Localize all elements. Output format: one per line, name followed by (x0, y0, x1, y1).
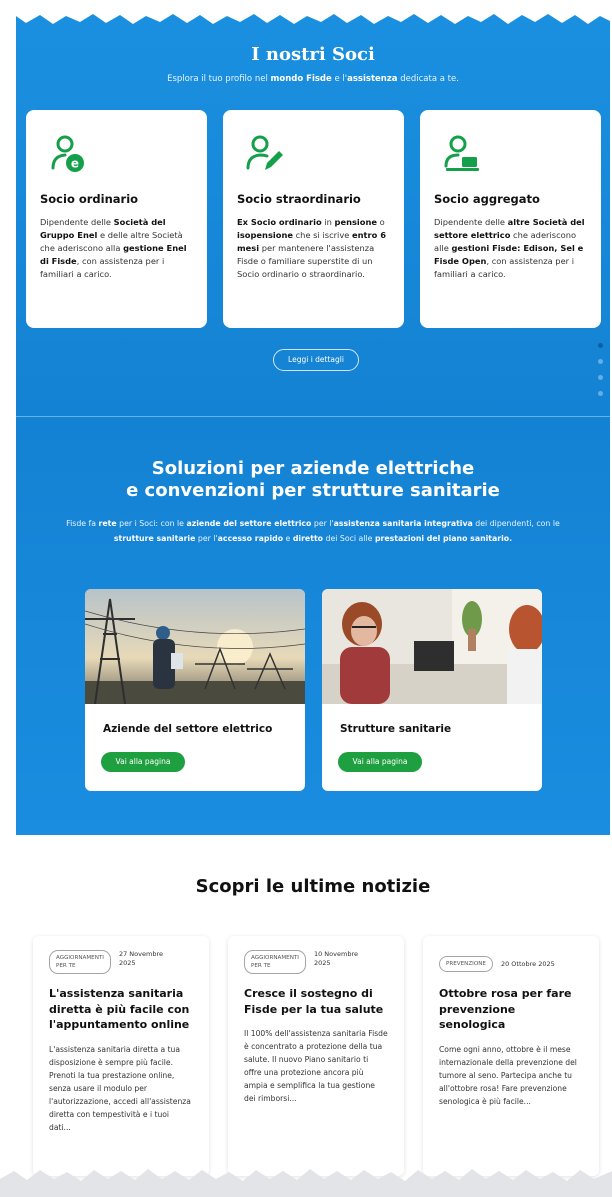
news-tag[interactable]: AGGIORNAMENTI PER TE (244, 950, 306, 974)
solutions-title: Soluzioni per aziende elettriche e conve… (126, 458, 500, 501)
power-lines-image (85, 589, 305, 705)
torn-edge-bottom (0, 1169, 612, 1197)
news-date: 10 Novembre 2025 (313, 950, 358, 967)
page: I nostri Soci Esplora il tuo profilo nel… (16, 0, 610, 1197)
socio-card-desc: Dipendente delle altre Società del setto… (434, 217, 585, 279)
svg-text:e: e (71, 157, 79, 171)
solution-card-title: Strutture sanitarie (340, 723, 452, 735)
solution-card-aziende[interactable]: Aziende del settore elettrico Vai alla p… (85, 589, 305, 791)
soci-cards: e Socio ordinario Dipendente delle Socie… (26, 110, 602, 330)
user-enel-icon: e (51, 135, 84, 172)
solution-card-strutture[interactable]: Strutture sanitarie Vai alla pagina (322, 589, 542, 791)
socio-card-title: Socio straordinario (237, 192, 361, 206)
news-card-text: L'assistenza sanitaria diretta a tua dis… (49, 1044, 191, 1132)
socio-card-straordinario[interactable]: Socio straordinario Ex Socio ordinario i… (223, 110, 404, 328)
socio-card-ordinario[interactable]: e Socio ordinario Dipendente delle Socie… (26, 110, 207, 328)
news-card-text: Come ogni anno, ottobre è il mese intern… (439, 1044, 577, 1106)
details-button[interactable]: Leggi i dettagli (273, 349, 359, 371)
vai-alla-pagina-button[interactable]: Vai alla pagina (338, 752, 422, 772)
news-title: Scopri le ultime notizie (195, 876, 431, 897)
news-card-title[interactable]: L'assistenza sanitaria diretta è più fac… (49, 986, 193, 1033)
soci-subtitle: Esplora il tuo profilo nel mondo Fisde e… (167, 74, 459, 84)
news-card-title[interactable]: Cresce il sostegno di Fisde per la tua s… (244, 986, 388, 1017)
user-edit-icon (246, 135, 283, 170)
news-card-text: Il 100% dell'assistenza sanitaria Fisde … (244, 1029, 388, 1103)
medical-consult-image (322, 589, 542, 704)
vai-alla-pagina-button[interactable]: Vai alla pagina (101, 752, 185, 772)
carousel-dot[interactable] (598, 359, 603, 364)
soci-title: I nostri Soci (251, 44, 375, 65)
news-card[interactable]: PREVENZIONE 20 Ottobre 2025 Ottobre rosa… (423, 936, 599, 1176)
solutions-description: Fisde fa rete per i Soci: con le aziende… (66, 519, 560, 543)
news-card[interactable]: AGGIORNAMENTI PER TE 27 Novembre 2025 L'as… (33, 936, 209, 1176)
solution-card-title: Aziende del settore elettrico (103, 723, 273, 735)
torn-edge-top (0, 0, 612, 24)
carousel-dots (598, 343, 606, 407)
user-laptop-icon (444, 135, 479, 171)
news-tag[interactable]: PREVENZIONE (439, 956, 493, 972)
socio-card-desc: Ex Socio ordinario in pensione o isopens… (237, 217, 386, 279)
carousel-dot[interactable] (598, 343, 603, 348)
news-date: 20 Ottobre 2025 (500, 959, 555, 968)
section-divider (16, 416, 610, 417)
socio-card-aggregato[interactable]: Socio aggregato Dipendente delle altre S… (420, 110, 601, 328)
socio-card-title: Socio aggregato (434, 192, 540, 206)
soci-section: I nostri Soci Esplora il tuo profilo nel… (16, 0, 610, 835)
news-date: 27 Novembre 2025 (118, 950, 163, 967)
carousel-dot[interactable] (598, 375, 603, 380)
news-card[interactable]: AGGIORNAMENTI PER TE 10 Novembre 2025 Cres… (228, 936, 404, 1176)
carousel-dot[interactable] (598, 391, 603, 396)
socio-card-title: Socio ordinario (40, 192, 139, 206)
socio-card-desc: Dipendente delle Società del Gruppo Enel… (40, 217, 187, 279)
news-card-title[interactable]: Ottobre rosa per fare prevenzione senolo… (439, 986, 583, 1033)
news-tag[interactable]: AGGIORNAMENTI PER TE (49, 950, 111, 974)
